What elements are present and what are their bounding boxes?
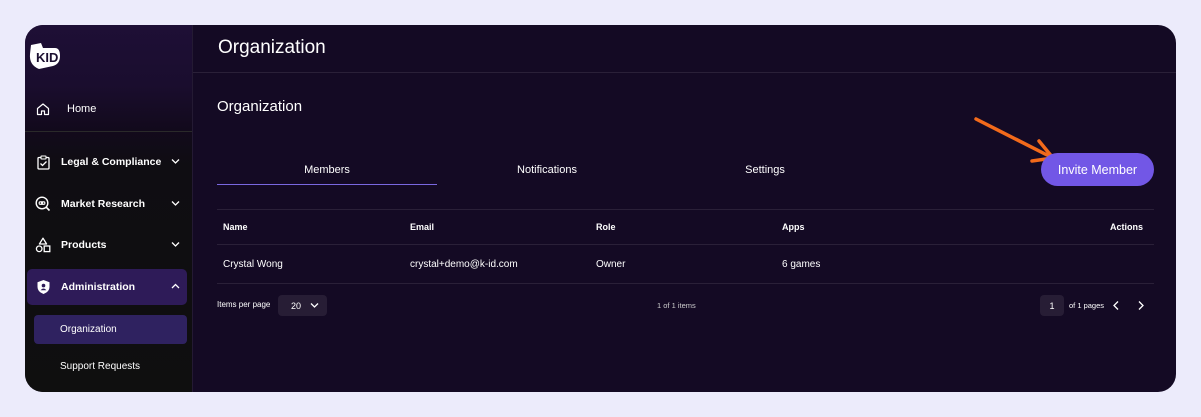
cell-email: crystal+demo@k-id.com	[410, 258, 518, 270]
chevron-down-icon	[310, 303, 319, 308]
items-per-page-value: 20	[291, 300, 302, 311]
chevron-down-icon	[171, 242, 180, 247]
svg-text:KID: KID	[36, 50, 58, 65]
home-icon	[35, 101, 51, 117]
sidebar-item-home[interactable]: Home	[25, 91, 192, 127]
page-title: Organization	[218, 37, 326, 58]
pagination: Items per page 20 1 of 1 items 1 of 1 pa…	[217, 295, 1154, 317]
sidebar-item-market-research[interactable]: Market Research	[25, 186, 192, 222]
column-header-actions: Actions	[1109, 222, 1143, 232]
tab-settings[interactable]: Settings	[655, 155, 875, 185]
tab-members[interactable]: Members	[217, 155, 437, 185]
column-header-role: Role	[596, 222, 616, 232]
section-title: Organization	[217, 98, 303, 115]
main-content: Organization Organization Members Notifi…	[193, 25, 1176, 392]
sidebar-item-label: Market Research	[61, 198, 146, 210]
chevron-left-icon[interactable]	[1111, 300, 1122, 311]
sidebar-subitem-organization[interactable]: Organization	[34, 315, 187, 344]
table-divider	[217, 283, 1154, 284]
column-header-email: Email	[410, 222, 435, 232]
cell-role: Owner	[596, 258, 626, 270]
tab-notifications[interactable]: Notifications	[437, 155, 657, 185]
chevron-down-icon	[171, 159, 180, 164]
sidebar-subitem-support-requests[interactable]: Support Requests	[34, 352, 187, 381]
k-id-logo: KID	[29, 43, 60, 69]
cell-name: Crystal Wong	[223, 258, 283, 270]
sidebar-item-administration[interactable]: Administration	[25, 269, 192, 305]
cell-apps: 6 games	[782, 258, 821, 270]
table-row[interactable]: Crystal Wong crystal+demo@k-id.com Owner…	[217, 244, 1154, 283]
app-window: KID Home Legal & Compliance Market Resea…	[25, 25, 1176, 392]
clipboard-check-icon	[35, 154, 51, 170]
sidebar-item-label: Administration	[61, 281, 136, 293]
sidebar-item-label: Products	[61, 239, 107, 251]
total-pages-text: of 1 pages	[1069, 301, 1105, 310]
sidebar: KID Home Legal & Compliance Market Resea…	[25, 25, 193, 392]
top-bar: Organization	[193, 25, 1176, 73]
sidebar-divider	[25, 131, 192, 132]
sidebar-item-label: Legal & Compliance	[61, 156, 162, 168]
sidebar-item-products[interactable]: Products	[25, 227, 192, 263]
table-header-row: Name Email Role Apps Actions	[217, 209, 1154, 244]
page-number-input[interactable]: 1	[1040, 295, 1064, 316]
column-header-apps: Apps	[782, 222, 805, 232]
chevron-down-icon	[171, 201, 180, 206]
gamepad-search-icon	[35, 196, 51, 212]
items-per-page-select[interactable]: 20	[278, 295, 327, 316]
items-per-page-label: Items per page	[217, 300, 271, 309]
shield-user-icon	[35, 279, 51, 295]
column-header-name: Name	[223, 222, 248, 232]
sidebar-item-legal-compliance[interactable]: Legal & Compliance	[25, 144, 192, 180]
members-table: Name Email Role Apps Actions Crystal Won…	[217, 209, 1154, 284]
sidebar-item-label: Home	[67, 103, 97, 115]
shapes-icon	[35, 237, 51, 253]
chevron-right-icon[interactable]	[1135, 300, 1146, 311]
chevron-up-icon	[171, 283, 180, 289]
items-range-text: 1 of 1 items	[657, 301, 696, 310]
invite-member-button[interactable]: Invite Member	[1041, 153, 1154, 186]
